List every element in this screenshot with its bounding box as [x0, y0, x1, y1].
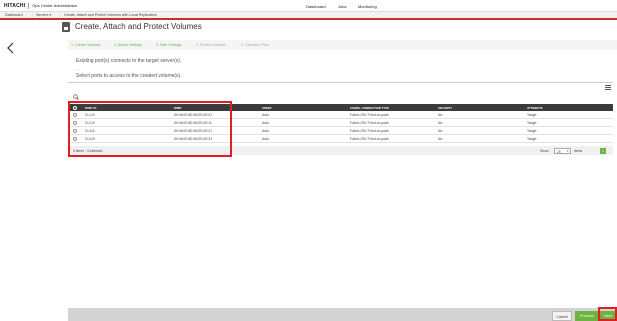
- top-nav: Dashboard Jobs Monitoring: [0, 0, 617, 12]
- cell-security: No: [438, 129, 443, 133]
- action-bar: Cancel Previous Next: [68, 308, 617, 321]
- step-protect-volumes: 4. Protect Volumes: [196, 43, 227, 47]
- items-label: items: [574, 149, 583, 153]
- nav-jobs[interactable]: Jobs: [338, 4, 346, 9]
- step-create-volumes[interactable]: 1. Create Volumes: [71, 43, 101, 47]
- cell-fabric: Fabric ON / Point-to-point: [350, 121, 389, 125]
- nav-dashboard[interactable]: Dashboard: [306, 4, 326, 9]
- page-number-button[interactable]: 1: [600, 147, 606, 154]
- next-highlight-frame: [598, 307, 617, 321]
- col-attribute[interactable]: ATTRIBUTE: [527, 106, 543, 110]
- col-fabric-connection-type[interactable]: FABRIC, CONNECTION TYPE: [350, 106, 389, 110]
- cell-fabric: Fabric ON / Point-to-point: [350, 113, 389, 117]
- breadcrumb-current: Create, Attach and Protect Volumes with …: [64, 13, 157, 17]
- wizard-steps: 1. Create Volumes 2. Attach Settings 3. …: [68, 40, 617, 50]
- back-chevron-icon[interactable]: [5, 42, 17, 54]
- breadcrumb-servers[interactable]: Servers ▾: [36, 13, 51, 17]
- cell-attribute: Target: [527, 129, 537, 133]
- cell-attribute: Target: [527, 113, 537, 117]
- intro-existing-ports: Existing port(s) connects to the target …: [76, 58, 182, 64]
- col-security[interactable]: SECURITY: [438, 106, 452, 110]
- cell-speed: Auto: [262, 121, 269, 125]
- cell-speed: Auto: [262, 129, 269, 133]
- step-path-settings[interactable]: 3. Path Settings: [156, 43, 181, 47]
- left-panel: [0, 20, 68, 321]
- breadcrumb-dashboard[interactable]: Dashboard: [5, 13, 23, 17]
- search-icon[interactable]: [73, 94, 79, 100]
- chevron-down-icon: ▾: [567, 149, 569, 153]
- intro-dash: --: [76, 66, 79, 71]
- intro-select-ports: Select ports to access to the created vo…: [76, 73, 182, 79]
- breadcrumb-separator: |: [32, 13, 33, 17]
- step-attach-settings[interactable]: 2. Attach Settings: [114, 43, 142, 47]
- cell-attribute: Target: [527, 137, 537, 141]
- cell-security: No: [438, 121, 443, 125]
- section-divider: [68, 82, 613, 83]
- breadcrumb-separator: |: [59, 13, 60, 17]
- page-title: Create, Attach and Protect Volumes: [75, 22, 202, 31]
- page-size-value: 25: [557, 149, 561, 154]
- cell-fabric: Fabric ON / Point-to-point: [350, 137, 389, 141]
- cell-attribute: Target: [527, 121, 537, 125]
- cell-security: No: [438, 113, 443, 117]
- col-speed[interactable]: SPEED: [262, 106, 271, 110]
- volume-icon: [62, 22, 70, 32]
- search-input[interactable]: [81, 93, 201, 100]
- cancel-button[interactable]: Cancel: [552, 311, 572, 321]
- previous-button[interactable]: Previous: [575, 311, 599, 321]
- show-label: Show: [540, 149, 549, 153]
- cell-security: No: [438, 137, 443, 141]
- column-settings-icon[interactable]: [605, 85, 611, 90]
- table-highlight-frame: [68, 101, 232, 157]
- nav-monitoring[interactable]: Monitoring: [358, 4, 377, 9]
- cell-fabric: Fabric ON / Point-to-point: [350, 129, 389, 133]
- cell-speed: Auto: [262, 113, 269, 117]
- step-operation-plan: 5. Operation Plan: [241, 43, 269, 47]
- cell-speed: Auto: [262, 137, 269, 141]
- breadcrumb: Dashboard | Servers ▾ | Create, Attach a…: [0, 12, 617, 20]
- page-size-select[interactable]: 25 ▾: [554, 147, 571, 154]
